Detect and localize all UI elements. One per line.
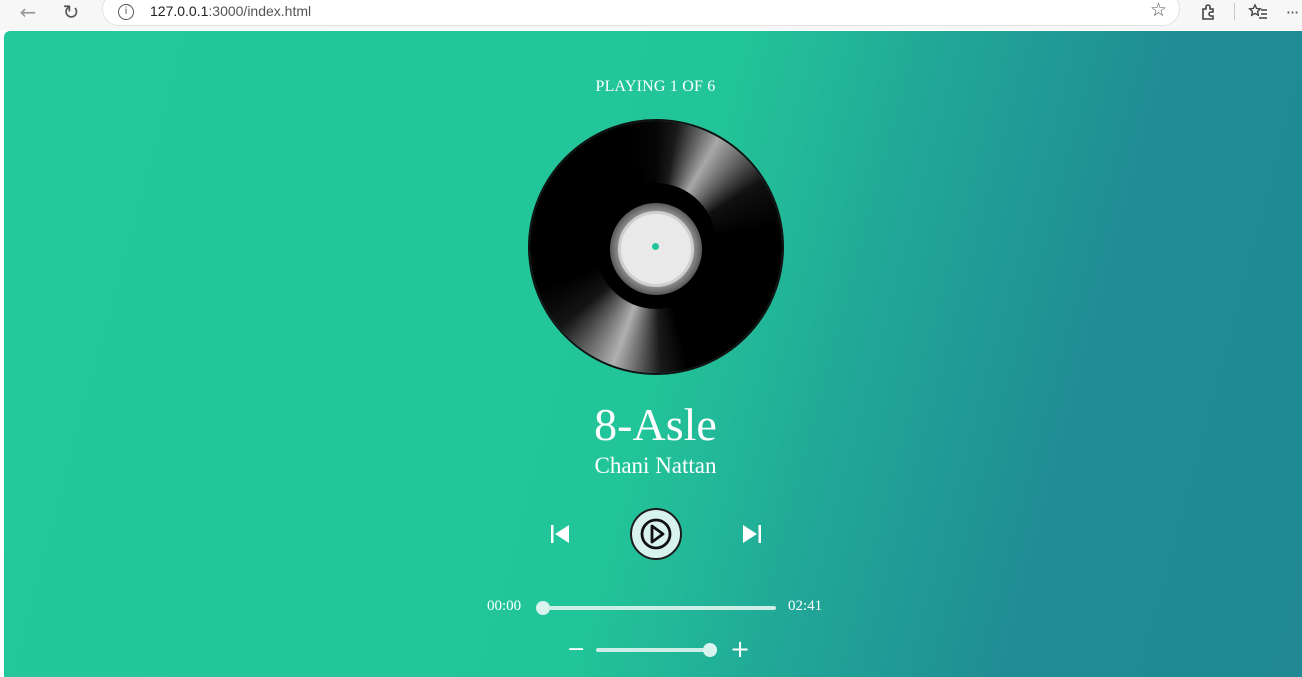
skip-next-icon [743,525,761,543]
volume-slider[interactable] [596,643,717,657]
url-path: :3000/index.html [208,3,312,19]
artist-name: Chani Nattan [594,453,717,478]
browser-toolbar: ← ↻ i 127.0.0.1:3000/index.html ☆ ··· [0,0,1302,30]
back-arrow-icon[interactable]: ← [13,0,43,24]
skip-previous-icon [551,525,569,543]
vinyl-disc-image [530,121,782,373]
star-icon[interactable]: ☆ [1150,0,1167,21]
total-duration: 02:41 [788,598,823,614]
more-icon[interactable]: ··· [1282,0,1302,24]
progress-slider-thumb[interactable] [536,601,550,615]
favorites-icon[interactable] [1244,0,1272,24]
playing-status: PLAYING 1 OF 6 [595,78,716,95]
previous-track-button[interactable] [549,524,573,544]
toolbar-divider [1234,3,1235,20]
next-track-button[interactable] [739,524,763,544]
url-text[interactable]: 127.0.0.1:3000/index.html [150,3,311,19]
song-title: 8-Asle [594,399,717,450]
puzzle-icon[interactable] [1194,0,1222,24]
current-time: 00:00 [487,598,522,614]
info-icon[interactable]: i [118,4,134,20]
music-player: PLAYING 1 OF 6 8-Asle Chani Nattan 00:00… [4,31,1302,677]
play-button[interactable] [630,508,682,560]
reload-icon[interactable]: ↻ [56,0,86,24]
vinyl-spindle [652,243,659,250]
volume-up-button[interactable]: + [730,637,750,661]
play-icon [640,518,672,550]
volume-down-button[interactable]: − [567,639,585,661]
address-bar[interactable]: i 127.0.0.1:3000/index.html ☆ [102,0,1180,26]
progress-slider[interactable] [536,601,776,615]
url-host: 127.0.0.1 [150,3,209,19]
volume-slider-thumb[interactable] [703,643,717,657]
